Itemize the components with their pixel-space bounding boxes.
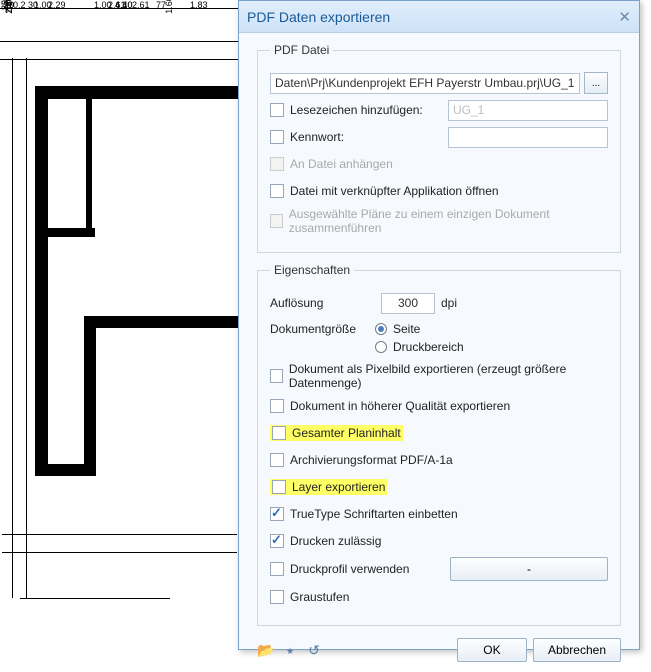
- append-label: An Datei anhängen: [290, 157, 393, 171]
- pdf-export-dialog: PDF Daten exportieren ✕ PDF Datei ... Le…: [238, 0, 640, 650]
- dialog-title: PDF Daten exportieren: [247, 9, 390, 25]
- group-properties-legend: Eigenschaften: [270, 263, 354, 277]
- load-icon[interactable]: 📂: [257, 641, 275, 659]
- bookmark-checkbox[interactable]: Lesezeichen hinzufügen:: [270, 103, 423, 117]
- password-label: Kennwort:: [290, 130, 344, 144]
- high-quality-label: Dokument in höherer Qualität exportieren: [290, 399, 510, 413]
- docsize-area-label: Druckbereich: [393, 340, 464, 354]
- cancel-button[interactable]: Abbrechen: [533, 638, 621, 662]
- print-allowed-checkbox[interactable]: Drucken zulässig: [270, 534, 381, 548]
- resolution-unit: dpi: [441, 296, 457, 310]
- browse-button[interactable]: ...: [584, 72, 608, 94]
- resolution-input[interactable]: [381, 293, 435, 314]
- print-profile-label: Druckprofil verwenden: [290, 562, 409, 576]
- pdf-path-input[interactable]: [270, 73, 580, 94]
- open-app-checkbox[interactable]: Datei mit verknüpfter Applikation öffnen: [270, 184, 499, 198]
- merge-label: Ausgewählte Pläne zu einem einzigen Doku…: [289, 207, 608, 235]
- group-pdf-file-legend: PDF Datei: [270, 43, 333, 57]
- reset-icon[interactable]: ↺: [305, 641, 323, 659]
- grayscale-checkbox[interactable]: Graustufen: [270, 590, 349, 604]
- close-icon[interactable]: ✕: [618, 8, 631, 26]
- docsize-area-radio[interactable]: [375, 341, 387, 353]
- password-checkbox[interactable]: Kennwort:: [270, 130, 344, 144]
- append-checkbox: An Datei anhängen: [270, 157, 393, 171]
- password-input[interactable]: [448, 127, 608, 148]
- merge-checkbox: Ausgewählte Pläne zu einem einzigen Doku…: [270, 207, 608, 235]
- floorplan-background: 20 1.00 2.61 10.2 2.29 1.00 2.61 77 1.83…: [0, 0, 260, 660]
- print-profile-button[interactable]: -: [450, 557, 608, 581]
- resolution-label: Auflösung: [270, 296, 375, 310]
- all-content-label: Gesamter Planinhalt: [292, 426, 401, 440]
- pixel-export-label: Dokument als Pixelbild exportieren (erze…: [289, 362, 608, 390]
- open-app-label: Datei mit verknüpfter Applikation öffnen: [290, 184, 499, 198]
- group-properties: Eigenschaften Auflösung dpi Dokumentgröß…: [257, 263, 621, 626]
- layer-export-checkbox[interactable]: Layer exportieren: [272, 480, 385, 494]
- ok-button[interactable]: OK: [457, 638, 527, 662]
- print-allowed-label: Drucken zulässig: [290, 534, 381, 548]
- docsize-label: Dokumentgröße: [270, 322, 375, 336]
- dialog-titlebar[interactable]: PDF Daten exportieren ✕: [239, 1, 639, 33]
- grayscale-label: Graustufen: [290, 590, 349, 604]
- pixel-export-checkbox[interactable]: Dokument als Pixelbild exportieren (erze…: [270, 362, 608, 390]
- bookmark-label: Lesezeichen hinzufügen:: [290, 103, 423, 117]
- print-profile-checkbox[interactable]: Druckprofil verwenden: [270, 562, 409, 576]
- bookmark-input[interactable]: [448, 100, 608, 121]
- pdfa-label: Archivierungsformat PDF/A-1a: [290, 453, 453, 467]
- layer-export-label: Layer exportieren: [292, 480, 385, 494]
- group-pdf-file: PDF Datei ... Lesezeichen hinzufügen: Ke…: [257, 43, 621, 253]
- save-icon[interactable]: ⭑: [281, 641, 299, 659]
- docsize-page-radio[interactable]: [375, 323, 387, 335]
- docsize-page-label: Seite: [393, 322, 420, 336]
- truetype-checkbox[interactable]: TrueType Schriftarten einbetten: [270, 507, 458, 521]
- all-content-checkbox[interactable]: Gesamter Planinhalt: [272, 426, 401, 440]
- pdfa-checkbox[interactable]: Archivierungsformat PDF/A-1a: [270, 453, 453, 467]
- high-quality-checkbox[interactable]: Dokument in höherer Qualität exportieren: [270, 399, 510, 413]
- truetype-label: TrueType Schriftarten einbetten: [290, 507, 458, 521]
